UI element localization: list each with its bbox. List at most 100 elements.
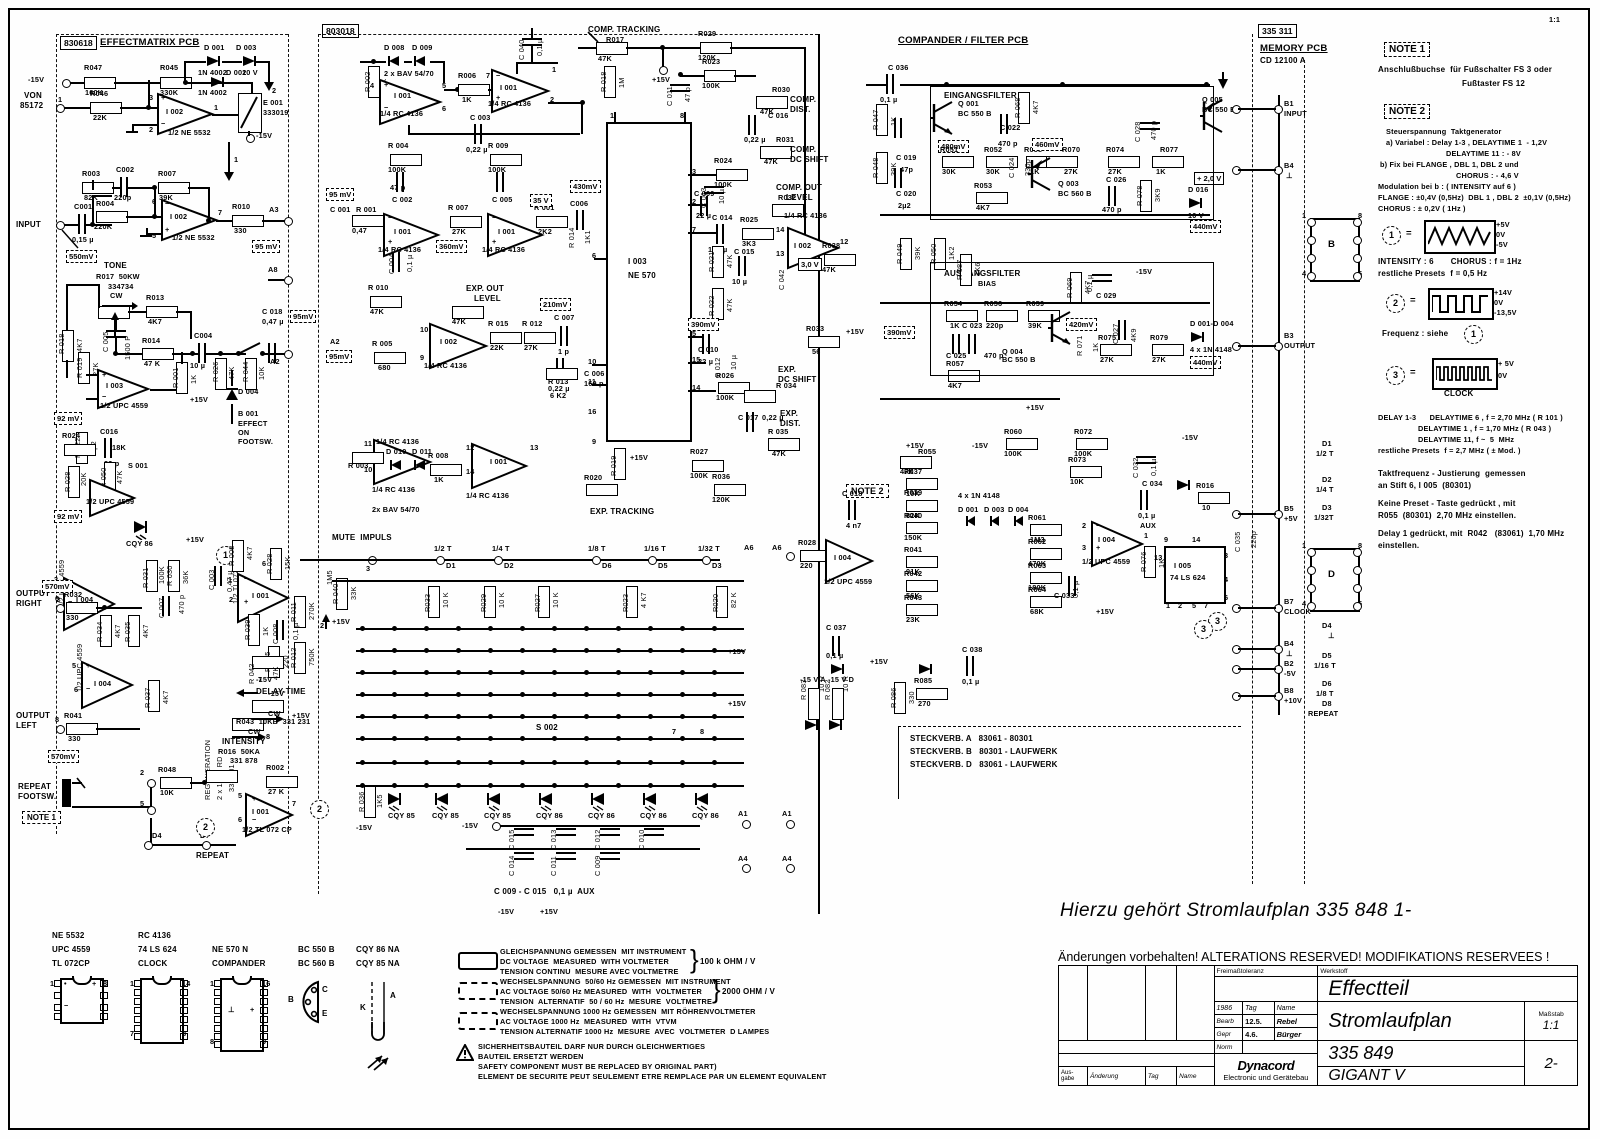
alterations-reserved: Änderungen vorbehalten! ALTERATIONS RESE… [1058,950,1550,964]
pot-r034-exp-dcshift[interactable] [744,390,776,403]
capacitor-c026 [1108,186,1117,206]
legend-box-dc [458,952,498,970]
rail-m15-b: -15V [498,907,515,916]
terminal-a6[interactable] [786,552,795,561]
terminal-a3[interactable] [284,217,293,226]
circled-ref-3-b: 3 [1194,620,1213,639]
label-output-right-2: RIGHT [16,599,42,608]
delay-pcb-code: 803018 [322,24,359,38]
label-exp-dist-2: DIST. [780,419,801,428]
res-ref-3: R023 [621,593,630,612]
transistor-type-q001: BC 550 B [958,109,992,118]
diode-ref-d008: D 008 [384,43,405,52]
corner-mark: 1:1 [1549,15,1561,24]
legend-meas0-en: DC VOLTAGE MEASURED WITH VOLTMETER [500,957,669,966]
rail-p15-b: +15V [540,907,559,916]
wave3-caption: CLOCK [1444,389,1474,398]
terminal-d4[interactable] [144,841,153,850]
edgepin-b7-id: B7 [1284,597,1294,606]
terminal-a1[interactable] [786,820,795,829]
legend-meas1-de: WECHSELSPANNUNG 50/60 Hz GEMESSEN MIT IN… [500,977,731,986]
diode-ref-d001: D 001 [204,43,225,52]
label-mute-impuls: MUTE IMPULS [332,533,392,542]
meas-390mv-2: 390mV [884,326,915,339]
rail-m15-led: -15V [356,823,373,832]
edgepin-d4-label: ⊥ [1328,631,1335,640]
ic-ref-i004c: I 004 [1098,535,1116,544]
tb-model: GIGANT V [1317,1066,1526,1086]
terminal-d1[interactable] [436,556,445,565]
terminal-a4-left[interactable] [742,864,751,873]
terminal-a2[interactable] [284,350,293,359]
tap-label-2: 1/8 T [588,544,606,553]
delay-pcb-boundary-left [318,34,319,894]
steckverb-a: STECKVERB. A 83061 - 80301 [910,734,1033,743]
terminal-d2[interactable] [494,556,503,565]
ic-type-i001d: 1/4 RC 4136 [482,245,526,254]
edge-pin-a2: A2 [270,357,280,366]
edgepin-d2-label: 1/4 T [1316,485,1334,494]
edgepin-b3-label: OUTPUT [1284,341,1316,350]
note2-line1: Steuerspannung Taktgenerator [1386,127,1502,136]
circled-ref-2-left: 2 [196,818,215,837]
tb-col-tag: Tag [1144,1066,1178,1086]
tap-label-1: 1/4 T [492,544,510,553]
terminal-output-left[interactable] [56,725,65,734]
jack-repeat-footsw[interactable] [62,779,71,807]
edgepin-d8-id: D8 [1322,699,1332,708]
led-label-6: CQY 86 [692,811,720,820]
edgepin-d8-label: REPEAT [1308,709,1339,718]
titleblock-table: Freimaßtoleranz Werkstoff Effectteil 198… [1057,965,1578,1086]
terminal-d7[interactable] [202,841,211,850]
capacitor-c033 [1068,576,1077,596]
note2-line5: CHORUS : - 4,6 V [1456,171,1519,180]
capacitor-c015-aux [514,828,534,837]
terminal-fsw-2[interactable] [147,779,156,788]
legend-ic0-l2: UPC 4559 [52,945,91,954]
capacitor-c005-d [496,172,505,192]
tb-massstab: 1:1 [1542,1017,1560,1032]
terminal-a1-left[interactable] [742,820,751,829]
ic-ref-i002b: I 002 [170,212,188,221]
tb-col-aenderung: Änderung [1087,1066,1146,1086]
note2-tag: NOTE 2 [1384,104,1431,119]
capacitor-c034 [1140,490,1149,510]
terminal-a8[interactable] [284,276,293,285]
pot-regeneration[interactable] [206,770,238,783]
tb-brand-sub: Electronic und Gerätebau [1223,1072,1309,1082]
capacitor-c038 [966,656,975,676]
terminal-output-right[interactable] [56,604,65,613]
capacitor-c018-c [848,500,857,520]
adj-line3: Keine Preset - Taste gedrückt , mit [1378,499,1516,508]
note2-line2: a) Variabel : Delay 1-3 , DELAYTIME 1 - … [1386,138,1548,147]
meas-360mv: 360mV [436,240,467,253]
transistor-ref-q005: Q 005 [1202,95,1223,104]
edgepin-d6-id: D6 [1322,679,1332,688]
diode-type-d002: 1N 4002 [198,88,227,97]
capacitor-c007-d [560,326,569,346]
legend-ic3-b: B [288,995,294,1004]
label-intensity: INTENSITY [222,737,266,746]
warning-triangle-icon [455,1042,475,1067]
delay-line1: DELAY 1-3 DELAYTIME 6 , f = 2,70 MHz ( R… [1378,413,1563,422]
capacitor-c014-aux [514,852,534,861]
label-exp-out-level-2: LEVEL [474,294,501,303]
terminal-fsw-5[interactable] [147,806,156,815]
legend-ic1-l3: CLOCK [138,959,168,968]
wave2-ref: 2 [1386,294,1405,313]
legend-ic4-k: K [360,1003,366,1012]
capacitor-c012-aux [600,828,620,837]
legend-meas2-fr: TENSION ALTERNATIF 1000 Hz MESURE AVEC V… [500,1027,770,1036]
meas-440mv-2: 440mV [1190,356,1221,369]
wave2-vlo: -13,5V [1494,308,1517,317]
tb-jahr: 1986 [1213,1001,1244,1015]
delay-line4: restliche Presets f = 2,7 MHz ( ± Mod. ) [1378,446,1521,455]
terminal-a4[interactable] [786,864,795,873]
terminal-d5[interactable] [648,556,657,565]
terminal-d3[interactable] [702,556,711,565]
terminal-d6[interactable] [592,556,601,565]
legend-ic4-a: A [390,991,396,1000]
ic-ref-i003: I 003 [628,257,647,266]
capacitor-c014-d [716,224,725,244]
led-label-3: CQY 86 [536,811,564,820]
